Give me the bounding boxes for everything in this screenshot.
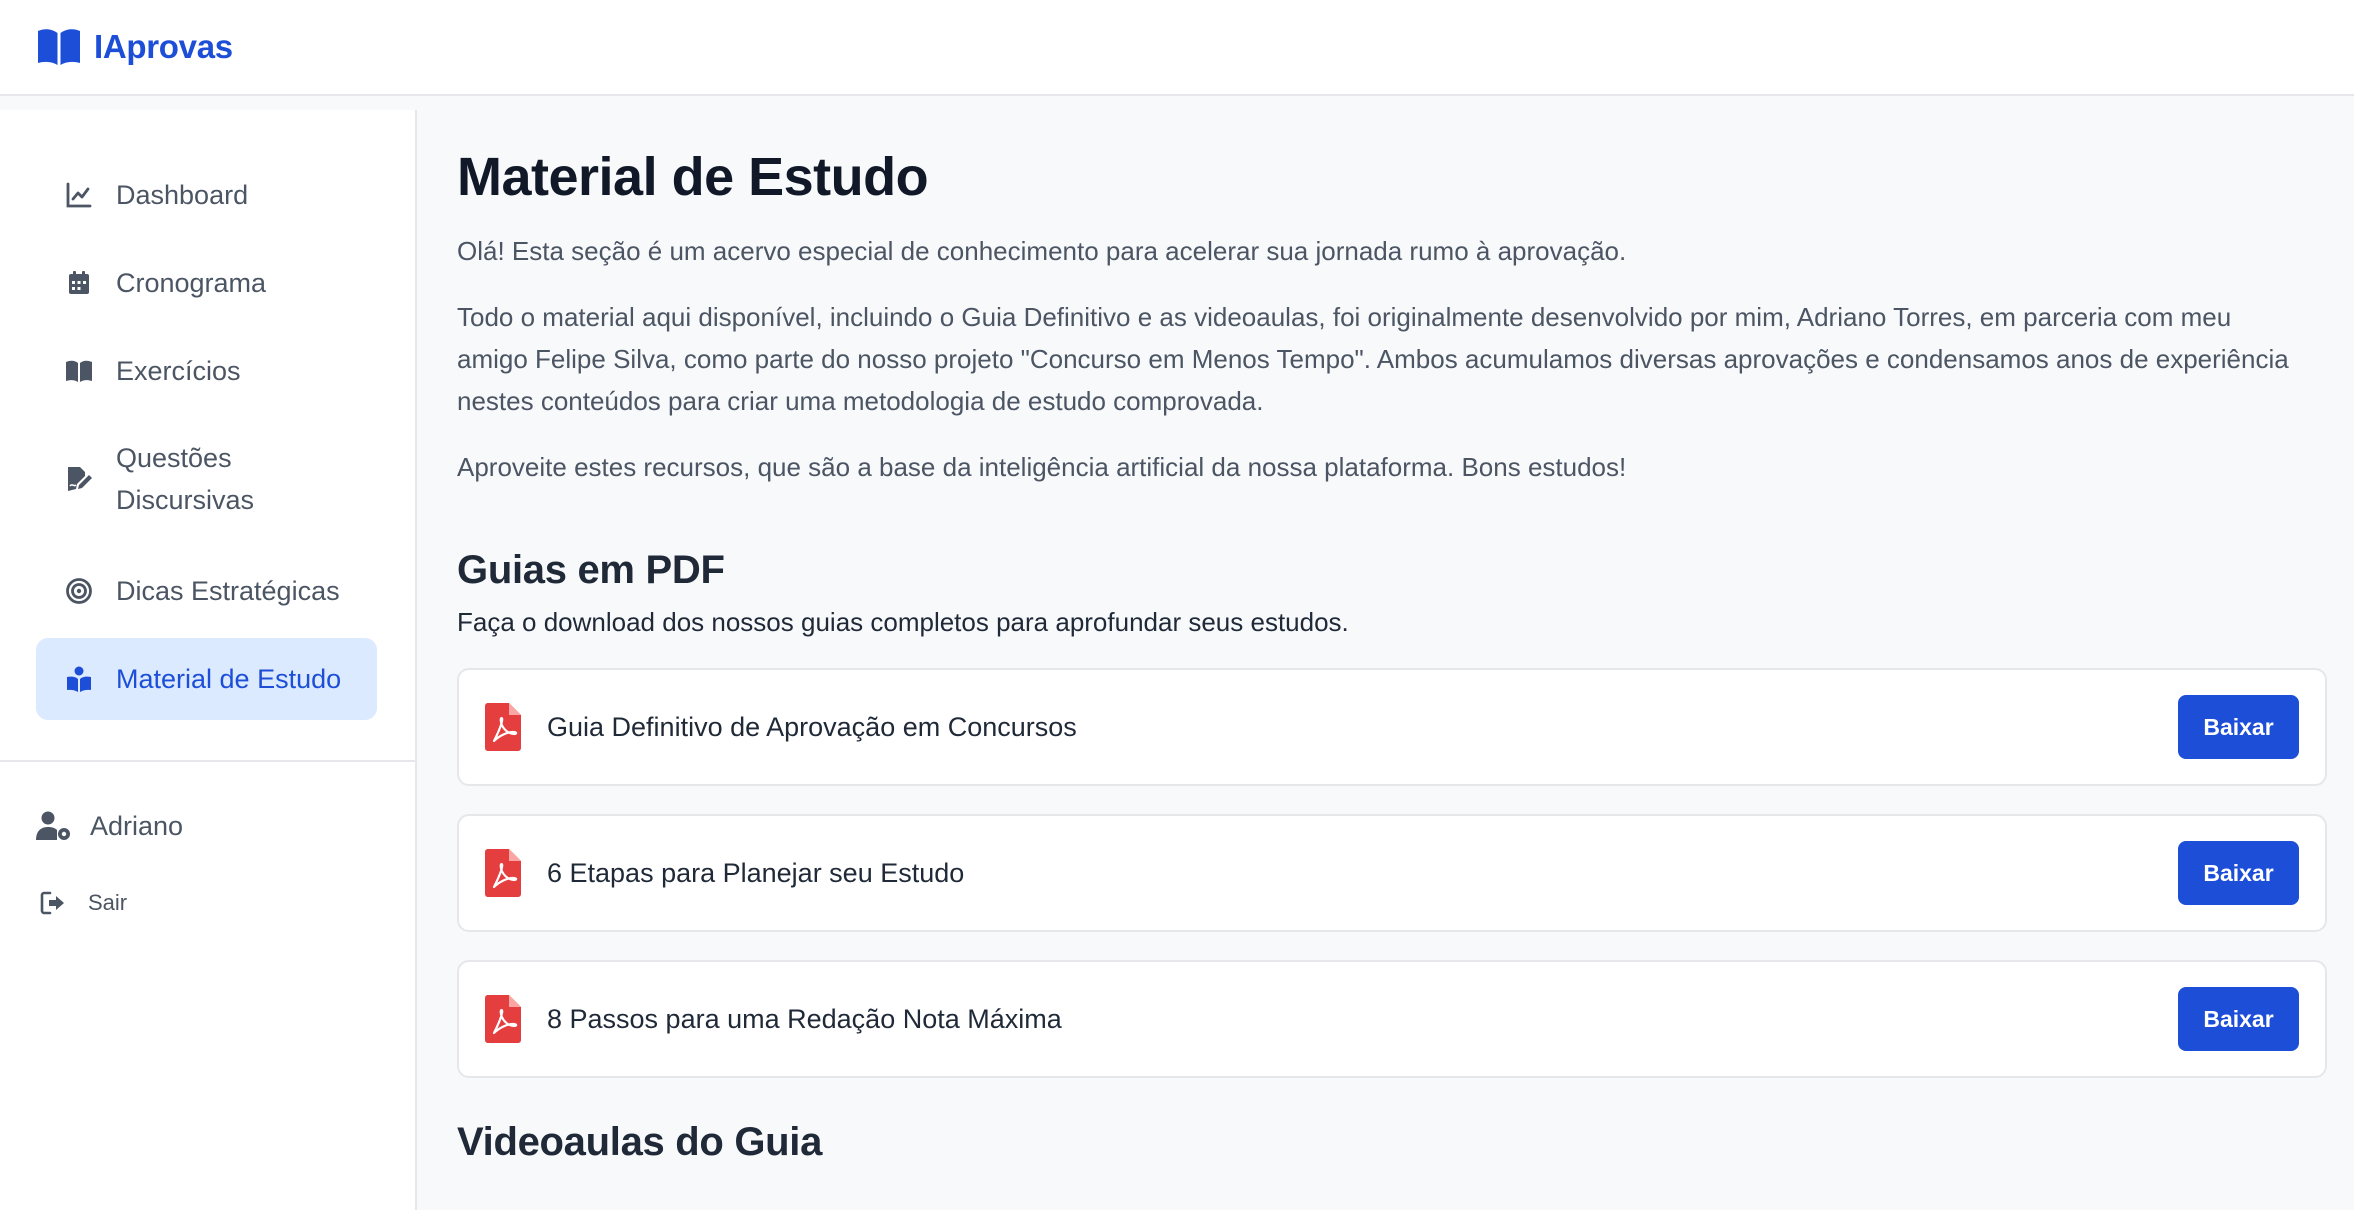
pdf-section-title: Guias em PDF: [457, 548, 725, 592]
sidebar-item-cronograma[interactable]: Cronograma: [36, 242, 377, 324]
logout-label: Sair: [88, 890, 128, 915]
sidebar-item-label: Cronograma: [116, 267, 267, 298]
top-header: IAprovas: [0, 0, 2354, 96]
main-content: Material de Estudo Olá! Esta seção é um …: [457, 110, 2327, 1165]
chart-line-icon: [64, 180, 94, 210]
file-signature-icon: [64, 464, 94, 494]
sidebar: Dashboard Cronograma Exercícios Questões…: [0, 110, 417, 1210]
user-gear-icon: [36, 811, 70, 840]
sidebar-item-label: Exercícios: [116, 355, 241, 386]
sidebar-divider: [0, 760, 415, 762]
sidebar-item-exercicios[interactable]: Exercícios: [36, 330, 377, 412]
sign-out-icon: [40, 891, 64, 915]
sidebar-item-label: Dicas Estratégicas: [116, 575, 340, 606]
intro-text: Olá! Esta seção é um acervo especial de …: [457, 236, 1627, 266]
pdf-list: Guia Definitivo de Aprovação em Concurso…: [457, 668, 2327, 1078]
target-icon: [64, 576, 94, 606]
closing-text: Aproveite estes recursos, que são a base…: [457, 452, 1627, 482]
file-pdf-icon: [485, 703, 521, 751]
file-pdf-icon: [485, 849, 521, 897]
pdf-section-subtitle: Faça o download dos nossos guias complet…: [457, 607, 1349, 637]
brand-name: IAprovas: [94, 28, 233, 65]
file-pdf-icon: [485, 995, 521, 1043]
list-item: 8 Passos para uma Redação Nota Máxima Ba…: [457, 960, 2327, 1078]
sidebar-item-dicas-estrategicas[interactable]: Dicas Estratégicas: [36, 550, 377, 632]
sidebar-item-label: Questões Discursivas: [116, 443, 255, 515]
download-button[interactable]: Baixar: [2178, 987, 2299, 1051]
download-button[interactable]: Baixar: [2178, 841, 2299, 905]
sidebar-item-label: Material de Estudo: [116, 663, 342, 694]
download-button[interactable]: Baixar: [2178, 695, 2299, 759]
calendar-icon: [64, 268, 94, 298]
sidebar-item-label: Dashboard: [116, 179, 249, 210]
sidebar-item-material-de-estudo[interactable]: Material de Estudo: [36, 638, 377, 720]
logout-button[interactable]: Sair: [40, 890, 127, 916]
page-title: Material de Estudo: [457, 147, 929, 207]
pdf-title: 8 Passos para uma Redação Nota Máxima: [547, 1003, 1062, 1034]
pdf-title: 6 Etapas para Planejar seu Estudo: [547, 857, 965, 888]
sidebar-item-dashboard[interactable]: Dashboard: [36, 154, 377, 236]
user-name: Adriano: [90, 810, 184, 841]
book-open-icon: [64, 356, 94, 386]
description-text: Todo o material aqui disponível, incluin…: [457, 302, 2289, 416]
book-open-icon: [38, 29, 80, 65]
list-item: Guia Definitivo de Aprovação em Concurso…: [457, 668, 2327, 786]
video-section-title: Videoaulas do Guia: [457, 1120, 823, 1164]
list-item: 6 Etapas para Planejar seu Estudo Baixar: [457, 814, 2327, 932]
brand-logo-link[interactable]: IAprovas: [36, 27, 233, 67]
sidebar-item-questoes-discursivas[interactable]: Questões Discursivas: [36, 418, 377, 540]
book-reader-icon: [64, 664, 94, 694]
user-profile[interactable]: Adriano: [36, 810, 183, 842]
sidebar-nav: Dashboard Cronograma Exercícios Questões…: [36, 154, 377, 726]
pdf-title: Guia Definitivo de Aprovação em Concurso…: [547, 711, 1077, 742]
